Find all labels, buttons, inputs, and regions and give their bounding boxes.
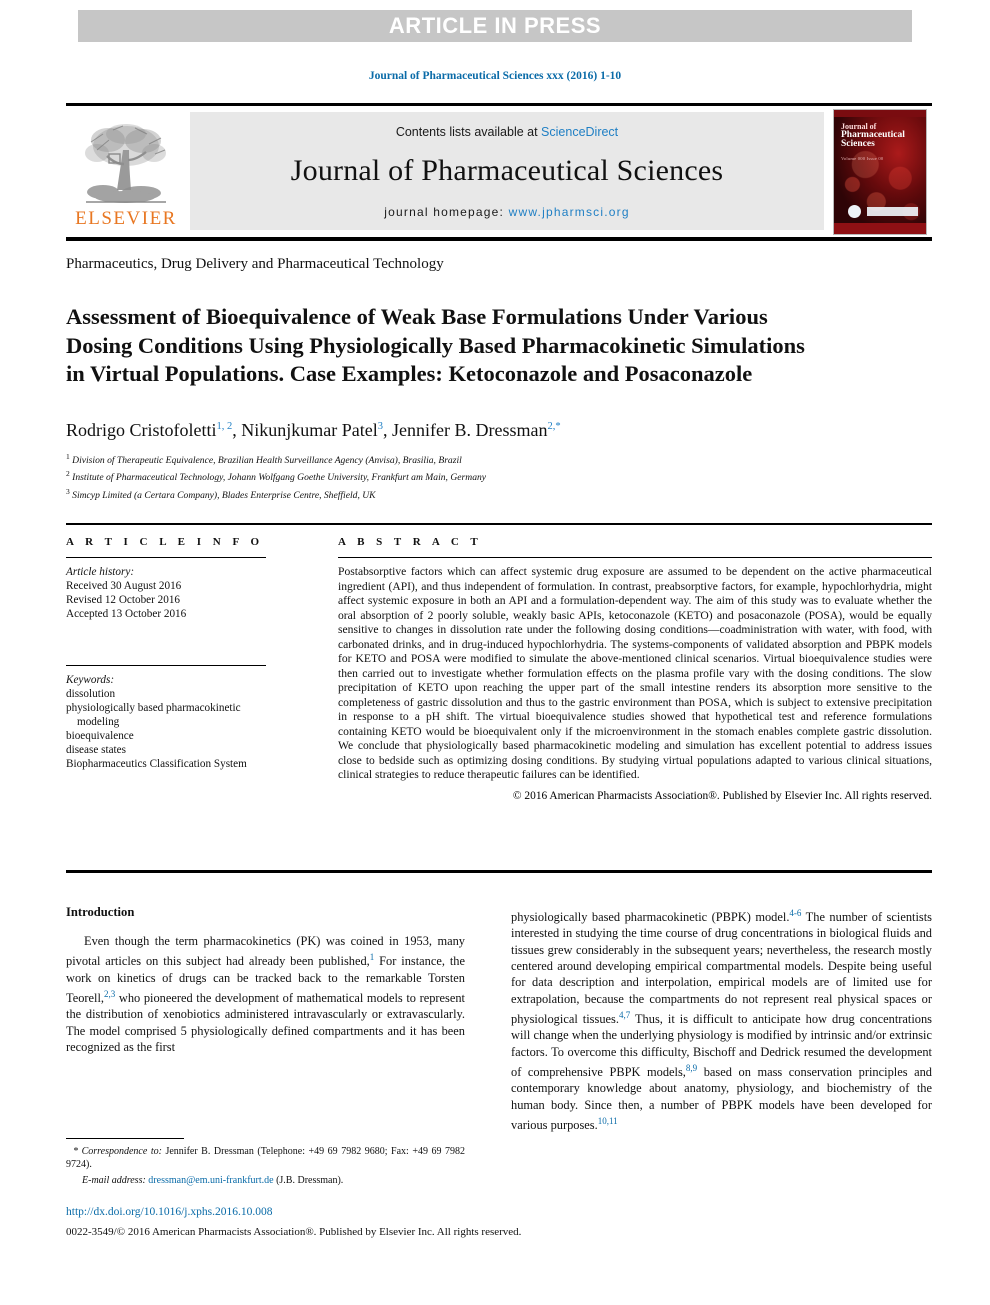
- keyword-item: physiologically based pharmacokinetic: [66, 702, 241, 714]
- intro-text-seg-4: physiologically based pharmacokinetic (P…: [511, 910, 790, 925]
- article-in-press-banner: ARTICLE IN PRESS: [78, 10, 912, 42]
- keywords-rule: [66, 665, 266, 666]
- cover-title-line3: Sciences: [841, 138, 875, 149]
- footnote-rule: [66, 1138, 184, 1139]
- cover-logo-bar: [867, 206, 918, 216]
- cover-title-text: Journal of Pharmaceutical Sciences: [841, 122, 905, 149]
- keyword-item: dissolution: [66, 688, 116, 700]
- intro-text-seg-5: The number of scientists interested in s…: [511, 910, 932, 1027]
- journal-section-label: Pharmaceutics, Drug Delivery and Pharmac…: [66, 256, 444, 272]
- affiliation-text: Division of Therapeutic Equivalence, Bra…: [72, 455, 462, 467]
- elsevier-wordmark: ELSEVIER: [75, 207, 177, 229]
- cover-subtitle: Volume 000 Issue 00: [841, 155, 884, 161]
- cover-logo-row: [848, 204, 918, 218]
- citation-ref: 4-6: [789, 908, 802, 918]
- author-name-2: Nikunjkumar Patel: [241, 420, 378, 440]
- article-history-label: Article history:: [66, 566, 135, 578]
- keyword-item: Biopharmaceutics Classification System: [66, 758, 247, 770]
- introduction-heading: Introduction: [66, 905, 135, 919]
- cover-top-band: [834, 109, 926, 117]
- article-info-heading: A R T I C L E I N F O: [66, 536, 264, 548]
- journal-homepage-line: journal homepage: www.jpharmsci.org: [384, 205, 629, 219]
- email-suffix: (J.B. Dressman).: [273, 1174, 344, 1186]
- affiliation-item: 2 Institute of Pharmaceutical Technology…: [66, 467, 766, 484]
- article-history-item: Received 30 August 2016: [66, 580, 182, 592]
- article-in-press-label: ARTICLE IN PRESS: [388, 13, 602, 38]
- abstract-rule: [338, 557, 932, 558]
- email-label: E-mail address:: [82, 1174, 146, 1186]
- journal-running-head: Journal of Pharmaceutical Sciences xxx (…: [368, 70, 622, 82]
- journal-homepage-link[interactable]: www.jpharmsci.org: [509, 205, 630, 219]
- keyword-item: bioequivalence: [66, 730, 134, 742]
- homepage-prefix: journal homepage:: [384, 205, 509, 219]
- correspondence-line: * Correspondence to: Jennifer B. Dressma…: [66, 1145, 465, 1172]
- affiliation-number: 1: [66, 452, 70, 461]
- author-affil-marker-1: 1, 2: [216, 421, 233, 432]
- elsevier-tree-icon: [85, 123, 166, 203]
- affiliation-number: 3: [66, 486, 70, 496]
- author-separator-2: ,: [382, 420, 392, 440]
- article-history-item: Revised 12 October 2016: [66, 594, 181, 606]
- issn-copyright-line: 0022-3549/© 2016 American Pharmacists As…: [66, 1226, 522, 1238]
- email-link[interactable]: dressman@em.uni-frankfurt.de: [148, 1175, 273, 1186]
- email-line: E-mail address: dressman@em.uni-frankfur…: [66, 1174, 465, 1187]
- abstract-text: Postabsorptive factors which can affect …: [338, 565, 932, 781]
- keywords-block: Keywords: dissolution physiologically ba…: [66, 665, 266, 771]
- journal-cover-block: Journal of Pharmaceutical Sciences Volum…: [828, 106, 932, 237]
- author-separator-1: ,: [232, 420, 242, 440]
- citation-ref: 4,7: [618, 1009, 631, 1020]
- article-info-column: A R T I C L E I N F O Article history: R…: [66, 536, 266, 771]
- body-column-right: physiologically based pharmacokinetic (P…: [511, 905, 932, 1133]
- author-list: Rodrigo Cristofoletti1, 2, Nikunjkumar P…: [66, 420, 866, 441]
- doi-link[interactable]: http://dx.doi.org/10.1016/j.xphs.2016.10…: [66, 1206, 272, 1218]
- affiliation-list: 1 Division of Therapeutic Equivalence, B…: [66, 450, 766, 502]
- cover-logo-mark: [848, 204, 861, 218]
- elsevier-logo: ELSEVIER: [66, 106, 186, 237]
- corresponding-author-marker: *: [555, 421, 561, 432]
- author-name-1: Rodrigo Cristofoletti: [66, 420, 217, 440]
- masthead-center-panel: Contents lists available at ScienceDirec…: [190, 112, 824, 230]
- abstract-heading: A B S T R A C T: [338, 536, 483, 548]
- contents-lists-line: Contents lists available at ScienceDirec…: [396, 125, 618, 139]
- contents-prefix: Contents lists available at: [395, 125, 542, 139]
- citation-ref: 8,9: [685, 1062, 698, 1073]
- journal-title: Journal of Pharmaceutical Sciences: [290, 154, 724, 187]
- intro-text-seg-3: who pioneered the development of mathema…: [66, 991, 465, 1055]
- author-name-3: Jennifer B. Dressman: [391, 420, 548, 440]
- footnote-star: *: [73, 1146, 79, 1157]
- intro-paragraph-left: Even though the term pharmacokinetics (P…: [66, 933, 465, 1055]
- affiliation-item: 1 Division of Therapeutic Equivalence, B…: [66, 450, 766, 467]
- page-title: Assessment of Bioequivalence of Weak Bas…: [66, 304, 805, 387]
- journal-cover-thumbnail: Journal of Pharmaceutical Sciences Volum…: [833, 108, 927, 235]
- abstract-copyright: © 2016 American Pharmacists Association®…: [512, 789, 932, 802]
- keywords-label: Keywords:: [66, 674, 115, 686]
- affiliation-text: Institute of Pharmaceutical Technology, …: [72, 472, 487, 484]
- citation-ref: 10,11: [597, 1115, 618, 1126]
- journal-masthead: ELSEVIER Contents lists available at Sci…: [66, 103, 932, 241]
- keyword-item-continuation: modeling: [77, 716, 120, 728]
- correspondence-footnote: * Correspondence to: Jennifer B. Dressma…: [66, 1138, 465, 1187]
- sciencedirect-link[interactable]: ScienceDirect: [541, 125, 618, 139]
- affiliation-text: Simcyp Limited (a Certara Company), Blad…: [72, 489, 376, 501]
- keyword-item: disease states: [66, 744, 126, 756]
- affiliation-item: 3 Simcyp Limited (a Certara Company), Bl…: [66, 485, 766, 502]
- article-history-block: Article history: Received 30 August 2016…: [66, 565, 266, 621]
- affiliation-number: 2: [66, 469, 70, 479]
- abstract-column: A B S T R A C T Postabsorptive factors w…: [338, 536, 932, 802]
- article-info-rule: [66, 557, 266, 558]
- correspondence-label: Correspondence to:: [81, 1146, 162, 1157]
- intro-paragraph-right: physiologically based pharmacokinetic (P…: [511, 905, 932, 1133]
- citation-ref: 2,3: [104, 989, 116, 1000]
- article-history-item: Accepted 13 October 2016: [66, 608, 187, 620]
- cover-bottom-band: [834, 222, 926, 234]
- body-column-left: Introduction Even though the term pharma…: [66, 905, 465, 1055]
